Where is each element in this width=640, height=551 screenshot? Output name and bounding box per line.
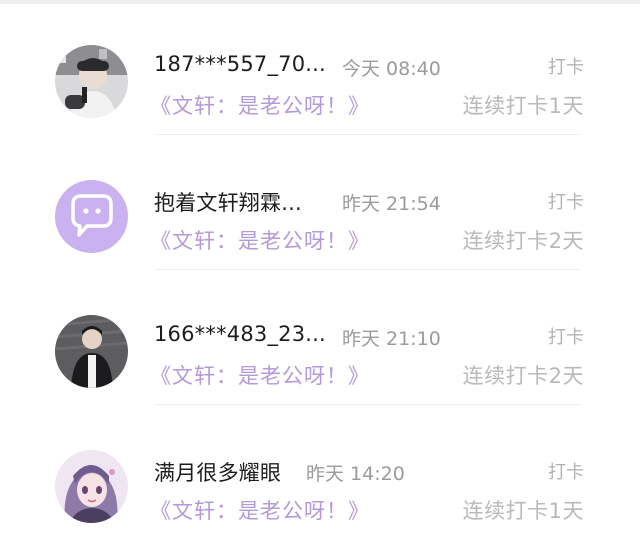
- chat-bubble-icon: [55, 180, 128, 253]
- checkin-label: 打卡: [548, 57, 584, 78]
- topic-link[interactable]: 《文轩：是老公呀！》: [150, 360, 370, 390]
- checkin-time: 昨天 21:54: [342, 193, 441, 215]
- user-photo-icon: [55, 45, 128, 118]
- avatar[interactable]: [55, 45, 128, 118]
- streak-text: 连续打卡2天: [462, 229, 584, 253]
- checkin-label: 打卡: [548, 192, 584, 213]
- checkin-time: 今天 08:40: [342, 58, 441, 80]
- anime-girl-icon: [55, 450, 128, 523]
- checkin-label: 打卡: [548, 327, 584, 348]
- streak-text: 连续打卡1天: [462, 499, 584, 523]
- checkin-row[interactable]: 满月很多耀眼 昨天 14:20 打卡 《文轩：是老公呀！》 连续打卡1天: [0, 405, 640, 540]
- avatar[interactable]: [55, 450, 128, 523]
- checkin-row[interactable]: 抱着文轩翔霖... 昨天 21:54 打卡 《文轩：是老公呀！》 连续打卡2天: [0, 135, 640, 270]
- username[interactable]: 抱着文轩翔霖...: [154, 187, 302, 217]
- username[interactable]: 166***483_23...: [154, 322, 326, 346]
- avatar[interactable]: [55, 180, 128, 253]
- topic-link[interactable]: 《文轩：是老公呀！》: [150, 495, 370, 525]
- username[interactable]: 满月很多耀眼: [154, 457, 281, 487]
- username[interactable]: 187***557_70...: [154, 52, 326, 76]
- user-photo-icon: [55, 315, 128, 388]
- streak-text: 连续打卡1天: [462, 94, 584, 118]
- avatar[interactable]: [55, 315, 128, 388]
- checkin-time: 昨天 21:10: [342, 328, 441, 350]
- checkin-label: 打卡: [548, 462, 584, 483]
- streak-text: 连续打卡2天: [462, 364, 584, 388]
- checkin-time: 昨天 14:20: [306, 463, 405, 485]
- topic-link[interactable]: 《文轩：是老公呀！》: [150, 90, 370, 120]
- checkin-row[interactable]: 166***483_23... 昨天 21:10 打卡 《文轩：是老公呀！》 连…: [0, 270, 640, 405]
- checkin-feed: 187***557_70... 今天 08:40 打卡 《文轩：是老公呀！》 连…: [0, 0, 640, 551]
- checkin-row[interactable]: 187***557_70... 今天 08:40 打卡 《文轩：是老公呀！》 连…: [0, 0, 640, 135]
- topic-link[interactable]: 《文轩：是老公呀！》: [150, 225, 370, 255]
